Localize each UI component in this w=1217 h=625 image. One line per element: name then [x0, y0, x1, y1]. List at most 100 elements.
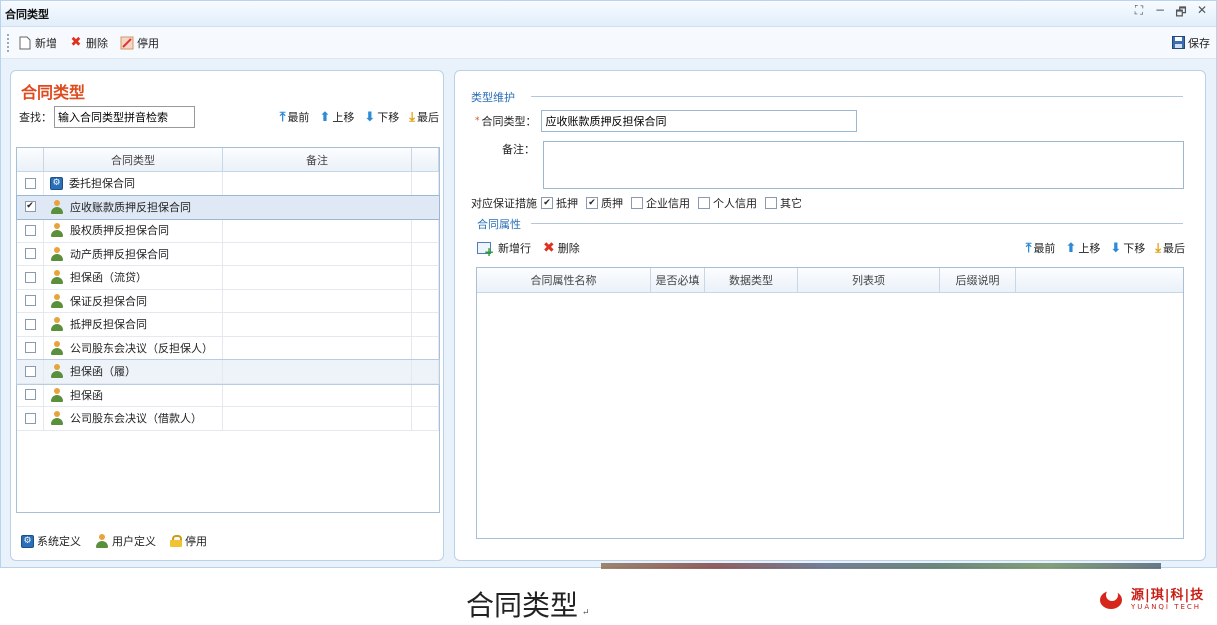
header-attr-name[interactable]: 合同属性名称 [477, 268, 651, 292]
header-suffix[interactable]: 后缀说明 [940, 268, 1016, 292]
measure-option[interactable]: 企业信用 [631, 195, 690, 211]
background-strip [601, 563, 1161, 569]
table-row[interactable]: 公司股东会决议（借款人） [17, 407, 439, 431]
move-first-icon: ⤒ [1025, 240, 1032, 256]
new-button[interactable]: 新增 [18, 35, 57, 51]
section-attr-title: 合同属性 [477, 218, 521, 231]
row-note-cell[interactable] [223, 195, 412, 218]
row-checkbox[interactable] [24, 224, 36, 236]
header-data-type[interactable]: 数据类型 [705, 268, 798, 292]
restore-icon[interactable]: 🗗 [1175, 3, 1187, 24]
attr-move-last-button[interactable]: ⤓ 最后 [1155, 240, 1185, 256]
row-note-cell[interactable] [223, 242, 412, 265]
table-row[interactable]: ✔ 应收账款质押反担保合同 [16, 194, 440, 220]
row-name-cell[interactable]: 公司股东会决议（反担保人） [44, 336, 223, 359]
close-icon[interactable]: ✕ [1196, 3, 1208, 24]
search-label: 查找： [19, 111, 52, 124]
main-toolbar: 新增 ✖ 删除 停用 保存 [1, 27, 1216, 59]
attr-move-up-button[interactable]: ⬆ 上移 [1065, 240, 1100, 256]
table-row[interactable]: 担保函（流贷） [17, 266, 439, 290]
header-note[interactable]: 备注 [223, 148, 412, 171]
attr-delete-button[interactable]: ✖ 删除 [543, 240, 580, 256]
header-list-items[interactable]: 列表项 [798, 268, 940, 292]
company-logo: 源|琪|科|技 YUANQI TECH [1100, 589, 1204, 611]
header-contract-type[interactable]: 合同类型 [44, 148, 223, 171]
row-checkbox[interactable] [24, 318, 36, 330]
measure-option[interactable]: 其它 [765, 195, 802, 211]
row-note-cell[interactable] [223, 407, 412, 430]
row-checkbox[interactable] [24, 342, 36, 354]
measure-checkbox[interactable]: ✔ [586, 197, 598, 209]
table-row[interactable]: ⚙ 委托担保合同 [17, 172, 439, 196]
row-name-cell[interactable]: ⚙ 委托担保合同 [44, 172, 223, 195]
row-checkbox[interactable] [24, 177, 36, 189]
table-row[interactable]: 股权质押反担保合同 [17, 219, 439, 243]
row-note-cell[interactable] [223, 289, 412, 312]
row-checkbox[interactable]: ✔ [24, 201, 36, 213]
row-checkbox[interactable] [24, 389, 36, 401]
row-name: 抵押反担保合同 [70, 318, 147, 332]
row-note-cell[interactable] [223, 219, 412, 242]
note-textarea[interactable] [543, 141, 1184, 189]
row-name-cell[interactable]: 股权质押反担保合同 [44, 219, 223, 242]
row-checkbox[interactable] [24, 295, 36, 307]
disable-button-label: 停用 [137, 36, 159, 50]
row-note-cell[interactable] [223, 336, 412, 359]
table-row[interactable]: 动产质押反担保合同 [17, 242, 439, 266]
row-checkbox[interactable] [24, 271, 36, 283]
system-icon: ⚙ [21, 534, 34, 548]
row-name-cell[interactable]: 公司股东会决议（借款人） [44, 407, 223, 430]
user-icon [50, 270, 64, 285]
lock-icon [170, 535, 182, 547]
table-row[interactable]: 抵押反担保合同 [17, 313, 439, 337]
move-up-button[interactable]: ⬆ 上移 [319, 109, 354, 125]
row-checkbox[interactable] [24, 365, 36, 377]
icon-legend: ⚙ 系统定义 用户定义 停用 [21, 533, 207, 549]
measure-checkbox[interactable] [631, 197, 643, 209]
row-name-cell[interactable]: 抵押反担保合同 [44, 313, 223, 336]
move-last-button[interactable]: ⤓ 最后 [409, 109, 439, 125]
disable-button[interactable]: 停用 [120, 35, 159, 51]
attribute-grid: 合同属性名称 是否必填 数据类型 列表项 后缀说明 [476, 267, 1184, 539]
add-row-button[interactable]: 新增行 [477, 240, 531, 259]
row-name-cell[interactable]: 担保函 [44, 383, 223, 406]
measure-checkbox[interactable] [765, 197, 777, 209]
header-check-column[interactable] [17, 148, 44, 171]
row-name-cell[interactable]: 动产质押反担保合同 [44, 242, 223, 265]
row-checkbox[interactable] [24, 248, 36, 260]
new-document-icon [18, 36, 32, 50]
row-name-cell[interactable]: 担保函（履） [44, 360, 223, 383]
row-note-cell[interactable] [223, 172, 412, 195]
row-note-cell[interactable] [223, 313, 412, 336]
move-first-button[interactable]: ⤒ 最前 [280, 109, 310, 125]
minimize-icon[interactable]: − [1154, 3, 1166, 24]
save-button[interactable]: 保存 [1171, 35, 1210, 51]
table-row[interactable]: 担保函（履） [16, 359, 440, 385]
row-note-cell[interactable] [223, 266, 412, 289]
header-required[interactable]: 是否必填 [651, 268, 705, 292]
row-name-cell[interactable]: 保证反担保合同 [44, 289, 223, 312]
toolbar-grip[interactable] [7, 33, 10, 52]
measure-option[interactable]: 个人信用 [698, 195, 757, 211]
measure-checkbox[interactable]: ✔ [541, 197, 553, 209]
attr-move-first-button[interactable]: ⤒ 最前 [1026, 240, 1056, 256]
attr-move-down-button[interactable]: ⬇ 下移 [1110, 240, 1145, 256]
measure-checkbox[interactable] [698, 197, 710, 209]
table-row[interactable]: 保证反担保合同 [17, 289, 439, 313]
row-note-cell[interactable] [223, 360, 412, 383]
attr-move-down-label: 下移 [1123, 242, 1146, 255]
row-note-cell[interactable] [223, 383, 412, 406]
row-name-cell[interactable]: 应收账款质押反担保合同 [44, 195, 223, 218]
search-input[interactable] [54, 106, 195, 128]
row-checkbox[interactable] [24, 412, 36, 424]
type-input[interactable] [540, 110, 857, 132]
row-name-cell[interactable]: 担保函（流贷） [44, 266, 223, 289]
delete-button[interactable]: ✖ 删除 [69, 35, 108, 51]
section-attr-divider [531, 223, 1183, 224]
move-down-button[interactable]: ⬇ 下移 [364, 109, 399, 125]
table-row[interactable]: 担保函 [17, 383, 439, 407]
fullscreen-icon[interactable]: ⛶ [1133, 3, 1145, 24]
measure-option[interactable]: ✔ 抵押 [541, 195, 578, 211]
table-row[interactable]: 公司股东会决议（反担保人） [17, 336, 439, 360]
measure-option[interactable]: ✔ 质押 [586, 195, 623, 211]
